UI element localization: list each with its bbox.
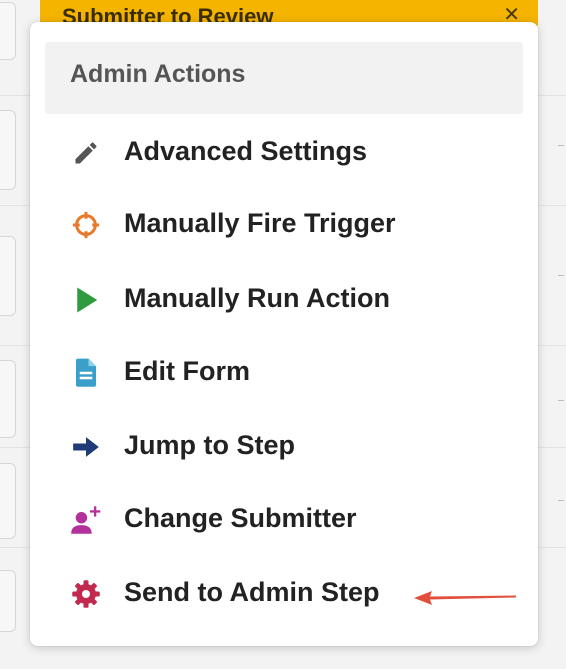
pointer-arrow-icon — [412, 588, 520, 608]
background-field — [0, 110, 16, 190]
menu-item-manually-run-action[interactable]: Manually Run Action — [45, 269, 523, 329]
menu-item-jump-to-step[interactable]: Jump to Step — [45, 416, 523, 476]
background-mark — [558, 500, 564, 501]
menu-item-label: Manually Run Action — [124, 283, 391, 313]
background-mark — [558, 145, 564, 146]
pencil-icon — [70, 137, 102, 169]
play-icon — [70, 284, 102, 316]
document-icon — [70, 357, 102, 389]
menu-header-label: Admin Actions — [70, 60, 246, 88]
background-field — [0, 2, 16, 60]
menu-item-label: Send to Admin Step — [124, 577, 380, 607]
arrow-right-icon — [70, 431, 102, 463]
menu-item-label: Manually Fire Trigger — [124, 208, 396, 238]
background-field — [0, 570, 16, 632]
menu-item-advanced-settings[interactable]: Advanced Settings — [45, 122, 523, 182]
background-mark — [558, 400, 564, 401]
background-mark — [558, 275, 564, 276]
user-plus-icon — [70, 504, 102, 536]
crosshair-icon — [70, 209, 102, 241]
menu-item-label: Advanced Settings — [124, 136, 368, 166]
menu-item-label: Jump to Step — [124, 430, 296, 460]
menu-item-change-submitter[interactable]: Change Submitter — [45, 489, 523, 549]
menu-item-manually-fire-trigger[interactable]: Manually Fire Trigger — [45, 194, 523, 254]
background-field — [0, 463, 16, 539]
background-field — [0, 360, 16, 438]
menu-item-edit-form[interactable]: Edit Form — [45, 342, 523, 402]
background-field — [0, 236, 16, 316]
menu-item-label: Edit Form — [124, 356, 250, 386]
gear-icon — [70, 578, 102, 610]
menu-header: Admin Actions — [45, 42, 523, 114]
admin-actions-menu: Admin Actions Advanced Settings Manually… — [30, 22, 538, 646]
menu-item-label: Change Submitter — [124, 503, 357, 533]
